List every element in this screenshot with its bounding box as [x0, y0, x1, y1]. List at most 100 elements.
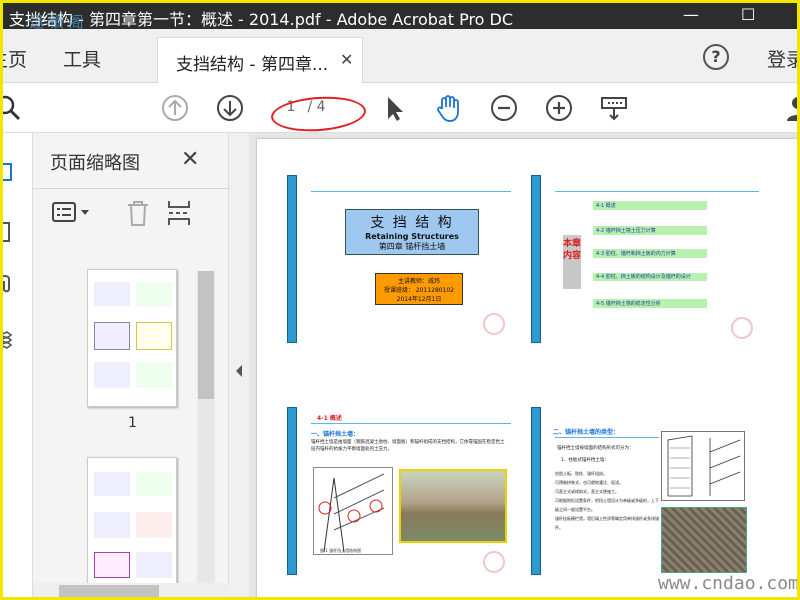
thumbnail-options-icon[interactable]	[51, 201, 95, 225]
thumb-slide	[136, 282, 172, 306]
left-tool-rail	[0, 133, 33, 597]
insert-page-icon[interactable]	[167, 199, 193, 227]
help-icon[interactable]: ?	[703, 44, 729, 70]
page-down-icon[interactable]	[215, 93, 245, 123]
tab-bar: 主页 工具 支挡结构 - 第四章... ✕ ? 登录	[3, 29, 797, 83]
slide-main-title: 支 挡 结 构	[370, 215, 454, 231]
tab-document-label: 支挡结构 - 第四章...	[176, 55, 329, 75]
thumb-slide	[136, 322, 172, 350]
lecturer: 主讲教师：戚炜	[397, 278, 440, 285]
slide-body: 锚杆挡土墙是由墙面（钢筋混凝土肋柱、墙面板）和锚杆组成的支挡结构，它依靠锚固在稳…	[311, 440, 505, 452]
type-diagram-svg	[667, 435, 741, 497]
minimize-button[interactable]: —	[683, 5, 699, 24]
bullet-item: 可直立式或倾斜式，直立式便施工。	[555, 489, 619, 494]
thumb-slide	[94, 512, 130, 538]
title-bar: 支挡结构 - 第四章第一节：概述 - 2014.pdf - Adobe Acro…	[3, 3, 797, 31]
close-panel-icon[interactable]: ✕	[181, 147, 199, 172]
slide-side-band	[287, 175, 297, 343]
school-logo	[731, 317, 753, 339]
slide-rule	[311, 191, 511, 192]
page-up-icon[interactable]	[160, 93, 190, 123]
search-icon[interactable]	[0, 93, 25, 123]
bullet-item: 可根据地形设置条件，把挡土墙设计为单级或多级的，上下级之间一般设置平台。	[555, 498, 659, 512]
slide-rule	[555, 437, 659, 438]
thumbnail-panel: 页面缩略图 ✕ 1	[33, 133, 229, 597]
thumbnail-page-2[interactable]	[87, 457, 177, 587]
window-frame: 支挡结构 - 第四章第一节：概述 - 2014.pdf - Adobe Acro…	[0, 0, 800, 600]
toolbar: 1 / 4	[0, 83, 800, 133]
slide-intro: 锚杆挡土墙按墙面的结构形式可分为：	[557, 446, 634, 451]
site-watermark: www.cndao.com	[658, 573, 799, 594]
site-photo	[399, 469, 507, 543]
slide-subtitle: Retaining Structures	[365, 232, 459, 241]
title-box: 支 挡 结 构 Retaining Structures 第四章 锚杆挡土墙	[345, 209, 479, 255]
collapse-arrow-icon[interactable]	[233, 363, 245, 379]
maximize-button[interactable]: ☐	[741, 5, 755, 24]
slide-types: 二、锚杆挡土墙的类型： 锚杆挡土墙按墙面的结构形式可分为： 1、柱板式锚杆挡土墙…	[531, 407, 763, 577]
delete-page-icon[interactable]	[125, 199, 151, 227]
thumb-slide	[94, 282, 130, 306]
pdf-page: 支 挡 结 构 Retaining Structures 第四章 锚杆挡土墙 主…	[257, 139, 797, 597]
contact: 授课班级： 2011280102	[383, 287, 455, 294]
slide-heading: 一、锚杆挡土墙：	[311, 431, 360, 438]
contents-item: 4-5 锚杆挡土墙的稳定性分析	[593, 299, 707, 308]
construction-photo	[661, 507, 747, 573]
structure-diagram-svg	[318, 473, 385, 553]
tab-tools[interactable]: 工具	[63, 45, 101, 72]
thumb-slide	[94, 552, 130, 578]
contents-item: 4-2 锚杆挡土墙土压力计算	[593, 226, 707, 235]
tab-document[interactable]: 支挡结构 - 第四章... ✕	[157, 37, 363, 83]
attachments-icon[interactable]	[0, 273, 19, 295]
panel-title: 页面缩略图	[50, 153, 140, 174]
tab-home[interactable]: 主页	[3, 45, 27, 72]
thumb-slide	[136, 472, 172, 496]
document-viewer[interactable]: 支 挡 结 构 Retaining Structures 第四章 锚杆挡土墙 主…	[249, 133, 797, 597]
account-icon[interactable]	[783, 93, 800, 123]
contents-item: 4-3 肋柱、锚杆和挡土板的内力计算	[593, 249, 707, 258]
slide-overview: 4-1 概述 一、锚杆挡土墙： 锚杆挡土墙是由墙面（钢筋混凝土肋柱、墙面板）和锚…	[287, 407, 513, 577]
panel-collapse-gutter[interactable]	[229, 133, 249, 597]
thumbnail-hscroll-thumb[interactable]	[59, 585, 159, 597]
thumb-slide	[136, 552, 172, 578]
contents-label: 本章内容	[563, 235, 581, 289]
thumb-slide	[94, 322, 130, 350]
bullet-list: 由肋土板、肋柱、锚杆组成。 可预制拼装式，也可就地灌注、现浇。 可直立式或倾斜式…	[555, 469, 659, 532]
bullet-item: 锚杆挂板栅栏墙，墙后填土性质等确定用单排锚杆或多排锚杆。	[555, 516, 659, 530]
school-logo	[483, 551, 505, 573]
login-button[interactable]: 登录	[767, 45, 797, 72]
section-title: 4-1 概述	[317, 415, 342, 422]
lecturer-box: 主讲教师：戚炜 授课班级： 2011280102 2014年12月1日	[375, 273, 463, 305]
page-thumbnails-icon[interactable]	[0, 161, 19, 183]
slide-side-band	[287, 407, 297, 575]
zoom-out-icon[interactable]	[489, 93, 519, 123]
layers-icon[interactable]	[0, 329, 19, 351]
contents-item: 4-4 肋柱、挡土板的结构设计及锚杆的设计	[593, 273, 707, 281]
slide-subheading: 1、柱板式锚杆挡土墙：	[561, 458, 609, 463]
slide-title: 支 挡 结 构 Retaining Structures 第四章 锚杆挡土墙 主…	[287, 169, 513, 345]
select-arrow-icon[interactable]	[380, 93, 410, 123]
slide-chapter: 第四章 锚杆挡土墙	[378, 242, 446, 251]
zoom-in-icon[interactable]	[544, 93, 574, 123]
date: 2014年12月1日	[396, 296, 442, 303]
thumbnail-page-1[interactable]	[87, 269, 177, 407]
slide-side-band	[531, 407, 541, 575]
marquee-zoom-icon[interactable]	[599, 93, 629, 123]
thumb-slide	[94, 362, 130, 388]
bullet-item: 由肋土板、肋柱、锚杆组成。	[555, 471, 607, 476]
type-diagram	[661, 431, 745, 501]
school-logo	[483, 313, 505, 335]
panel-divider	[33, 188, 229, 189]
slide-rule	[311, 423, 511, 424]
thumbnail-scroll-thumb[interactable]	[198, 271, 214, 399]
figure-caption: 图 1 锚杆挡土墙结构图	[320, 548, 362, 553]
structure-diagram: 图 1 锚杆挡土墙结构图	[313, 467, 393, 555]
hand-tool-icon[interactable]	[433, 93, 463, 123]
bookmarks-icon[interactable]	[0, 221, 19, 243]
thumb-slide	[94, 472, 130, 496]
window-title: 支挡结构 - 第四章第一节：概述 - 2014.pdf - Adobe Acro…	[9, 10, 514, 29]
contents-item: 4-1 概述	[593, 201, 707, 210]
close-tab-icon[interactable]: ✕	[340, 50, 353, 69]
slide-rule	[555, 191, 759, 192]
thumb-slide	[136, 362, 172, 388]
slide-heading: 二、锚杆挡土墙的类型：	[553, 429, 620, 436]
